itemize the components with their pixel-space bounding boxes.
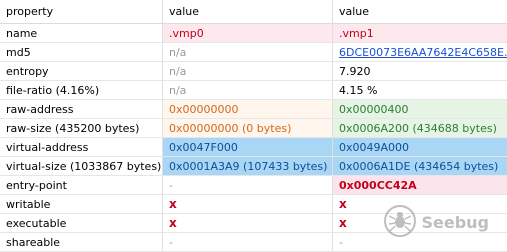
table-row-entry-point[interactable]: entry-point - 0x000CC42A: [0, 176, 507, 195]
property-label: raw-address: [0, 100, 163, 118]
property-label: virtual-size (1033867 bytes): [0, 157, 163, 175]
value-cell: .vmp0: [163, 24, 333, 42]
property-label: entry-point: [0, 176, 163, 194]
value-cell: .vmp1: [333, 24, 507, 42]
property-label: raw-size (435200 bytes): [0, 119, 163, 137]
property-label: file-ratio (4.16%): [0, 81, 163, 99]
flag-x-icon: x: [339, 197, 347, 211]
table-row-file-ratio[interactable]: file-ratio (4.16%) n/a 4.15 %: [0, 81, 507, 100]
property-label: name: [0, 24, 163, 42]
value-cell: n/a: [163, 43, 333, 61]
table-row-raw-address[interactable]: raw-address 0x00000000 0x00000400: [0, 100, 507, 119]
table-row-virtual-address[interactable]: virtual-address 0x0047F000 0x0049A000: [0, 138, 507, 157]
value-cell: -: [163, 233, 333, 251]
column-header-property[interactable]: property: [0, 0, 163, 23]
flag-x-icon: x: [163, 195, 333, 213]
property-label: virtual-address: [0, 138, 163, 156]
value-cell: n/a: [163, 62, 333, 80]
value-cell: 0x0049A000: [333, 138, 507, 156]
table-row-virtual-size[interactable]: virtual-size (1033867 bytes) 0x0001A3A9 …: [0, 157, 507, 176]
property-label: writable: [0, 195, 163, 213]
table-row-entropy[interactable]: entropy n/a 7.920: [0, 62, 507, 81]
flag-x-icon: x: [339, 216, 347, 230]
value-cell: 4.15 %: [339, 83, 378, 97]
value-cell: n/a: [163, 81, 333, 99]
table-row-raw-size[interactable]: raw-size (435200 bytes) 0x00000000 (0 by…: [0, 119, 507, 138]
column-header-value-1[interactable]: value: [163, 0, 333, 23]
value-cell: 0x00000000 (0 bytes): [163, 119, 333, 137]
value-cell: 0x0006A200 (434688 bytes): [333, 119, 507, 137]
value-cell: 0x00000000: [163, 100, 333, 118]
table-row-name[interactable]: name .vmp0 .vmp1: [0, 24, 507, 43]
md5-link[interactable]: 6DCE0073E6AA7642E4C658E...: [333, 43, 507, 61]
value-cell: 0x0006A1DE (434654 bytes): [333, 157, 507, 175]
section-properties-table: property value value name .vmp0 .vmp1 md…: [0, 0, 507, 252]
value-cell: 0x00000400: [333, 100, 507, 118]
value-cell: 7.920: [339, 64, 371, 78]
table-row-shareable[interactable]: shareable - -: [0, 233, 507, 252]
value-cell: 0x0047F000: [163, 138, 333, 156]
property-label: md5: [0, 43, 163, 61]
property-label: entropy: [0, 62, 163, 80]
value-cell: 0x000CC42A: [333, 176, 507, 194]
column-header-value-2[interactable]: value: [333, 0, 507, 23]
table-row-md5[interactable]: md5 n/a 6DCE0073E6AA7642E4C658E...: [0, 43, 507, 62]
value-cell: -: [163, 176, 333, 194]
table-row-writable[interactable]: writable x x: [0, 195, 507, 214]
value-cell: 0x0001A3A9 (107433 bytes): [163, 157, 333, 175]
value-cell: -: [339, 235, 343, 249]
property-label: executable: [0, 214, 163, 232]
table-row-executable[interactable]: executable x x: [0, 214, 507, 233]
property-label: shareable: [0, 233, 163, 251]
flag-x-icon: x: [163, 214, 333, 232]
table-header: property value value: [0, 0, 507, 24]
